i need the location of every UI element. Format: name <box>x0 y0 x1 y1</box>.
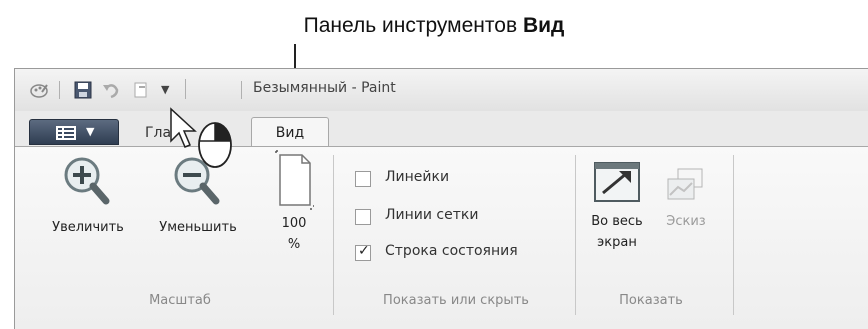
caption-bold: Вид <box>522 14 565 37</box>
thumbnail-icon <box>667 168 703 200</box>
zoom-in-button[interactable]: Увеличить <box>33 153 143 238</box>
rulers-checkbox-box[interactable] <box>355 171 371 187</box>
tab-view[interactable]: Вид <box>251 117 329 149</box>
figure-caption: Панель инструментов Вид <box>0 14 868 38</box>
menu-icon <box>56 126 76 140</box>
zoom-100-label-line2: % <box>287 237 301 252</box>
tab-home[interactable]: Гла <box>145 125 171 141</box>
fullscreen-label-line1: Во весь <box>591 214 643 229</box>
group-separator <box>575 155 576 315</box>
page-100-icon <box>275 150 315 210</box>
title-bar: ▼ Безымянный - Paint <box>15 69 868 111</box>
ribbon-tabs: ▼ Гла Вид <box>15 111 868 149</box>
statusbar-checkbox[interactable]: ✓ Строка состояния <box>355 243 575 265</box>
undo-icon[interactable] <box>101 80 121 100</box>
fullscreen-icon <box>594 162 640 202</box>
fullscreen-button[interactable]: Во весь экран <box>581 161 653 253</box>
thumbnail-button[interactable]: Эскиз <box>659 167 713 232</box>
window-title: Безымянный - Paint <box>253 80 396 96</box>
gridlines-checkbox[interactable]: Линии сетки <box>355 207 555 229</box>
caption-text: Панель инструментов <box>303 14 523 37</box>
zoom-in-icon <box>64 157 110 205</box>
statusbar-label: Строка состояния <box>385 243 518 259</box>
toolbar-separator <box>241 81 242 99</box>
zoom-out-button[interactable]: Уменьшить <box>143 153 253 238</box>
application-menu-button[interactable]: ▼ <box>29 119 119 145</box>
thumbnail-label: Эскиз <box>666 214 706 229</box>
zoom-100-label-line1: 100 <box>281 216 307 231</box>
toolbar-separator <box>185 79 186 99</box>
toolbar-separator <box>59 81 60 99</box>
fullscreen-label-line2: экран <box>597 235 637 250</box>
show-hide-group-label: Показать или скрыть <box>383 293 529 308</box>
paint-logo-icon[interactable] <box>29 80 49 100</box>
zoom-in-label: Увеличить <box>52 220 124 235</box>
display-group-label: Показать <box>619 293 683 308</box>
statusbar-checkbox-box[interactable]: ✓ <box>355 243 371 261</box>
group-separator <box>333 155 334 315</box>
gridlines-label: Линии сетки <box>385 207 479 223</box>
zoom-100-button[interactable]: 100 % <box>265 149 323 255</box>
check-icon: ✓ <box>358 243 370 259</box>
group-separator <box>733 155 734 315</box>
redo-icon[interactable] <box>131 80 151 100</box>
rulers-checkbox[interactable]: Линейки <box>355 169 555 191</box>
chevron-down-icon: ▼ <box>86 125 95 138</box>
ribbon-panel: Увеличить Уменьшить 100 % Масштаб Линейк… <box>15 146 868 329</box>
gridlines-checkbox-box[interactable] <box>355 209 371 225</box>
zoom-out-label: Уменьшить <box>159 220 237 235</box>
zoom-group-label: Масштаб <box>149 293 211 308</box>
save-icon[interactable] <box>73 80 93 100</box>
rulers-label: Линейки <box>385 169 450 185</box>
paint-window: ▼ Безымянный - Paint ▼ Гла Вид Увеличить… <box>14 68 868 329</box>
zoom-out-icon <box>174 157 220 205</box>
customize-dropdown-icon[interactable]: ▼ <box>161 83 181 103</box>
